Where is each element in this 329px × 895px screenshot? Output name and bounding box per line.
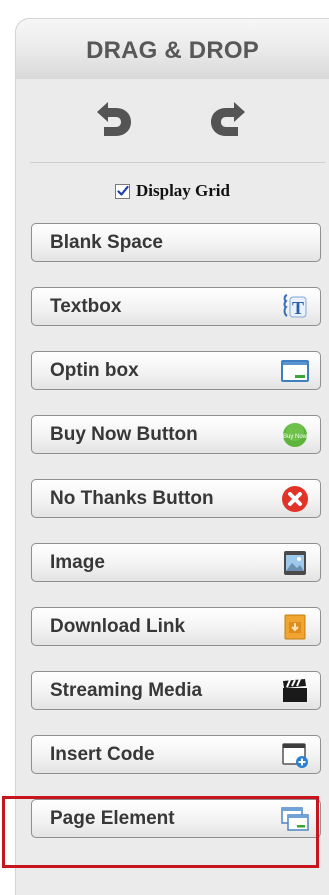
panel-title: DRAG & DROP [86, 37, 259, 64]
buy-now-label: Buy Now Button [50, 423, 198, 445]
checkmark-icon [116, 185, 129, 196]
download-link-label: Download Link [50, 615, 186, 637]
image-icon [284, 550, 306, 575]
optin-box-label: Optin box [50, 359, 139, 381]
selection-highlight [2, 796, 319, 868]
display-grid-label: Display Grid [136, 181, 230, 200]
textbox-button[interactable]: Textbox T [31, 287, 321, 326]
buy-now-button[interactable]: Buy Now Button Buy Now [31, 415, 321, 454]
panel-header: DRAG & DROP [16, 19, 329, 79]
divider [30, 162, 325, 163]
insert-code-label: Insert Code [50, 743, 155, 765]
display-grid-checkbox[interactable] [115, 183, 130, 199]
streaming-media-button[interactable]: Streaming Media [31, 671, 321, 710]
textbox-label: Textbox [50, 295, 122, 317]
undo-icon[interactable] [94, 99, 134, 139]
textbox-icon: T [283, 293, 307, 318]
streaming-media-icon [283, 678, 307, 702]
download-link-button[interactable]: Download Link [31, 607, 321, 646]
svg-text:T: T [292, 298, 304, 318]
no-thanks-icon [282, 485, 308, 512]
no-thanks-button[interactable]: No Thanks Button [31, 479, 321, 518]
image-label: Image [50, 551, 105, 573]
streaming-media-label: Streaming Media [50, 679, 203, 701]
insert-code-icon [282, 742, 308, 768]
blank-space-button[interactable]: Blank Space [31, 223, 321, 262]
download-icon [284, 614, 306, 639]
redo-icon[interactable] [208, 99, 248, 139]
display-grid-option[interactable]: Display Grid [16, 179, 329, 203]
svg-text:Buy Now: Buy Now [283, 434, 308, 440]
buy-now-icon: Buy Now [283, 422, 308, 447]
no-thanks-label: No Thanks Button [50, 487, 214, 509]
drag-drop-panel: DRAG & DROP Display Grid Blank Space Tex… [15, 18, 329, 895]
optin-box-button[interactable]: Optin box [31, 351, 321, 390]
blank-space-label: Blank Space [50, 231, 163, 253]
insert-code-button[interactable]: Insert Code [31, 735, 321, 774]
optin-box-icon [281, 359, 309, 382]
image-button[interactable]: Image [31, 543, 321, 582]
